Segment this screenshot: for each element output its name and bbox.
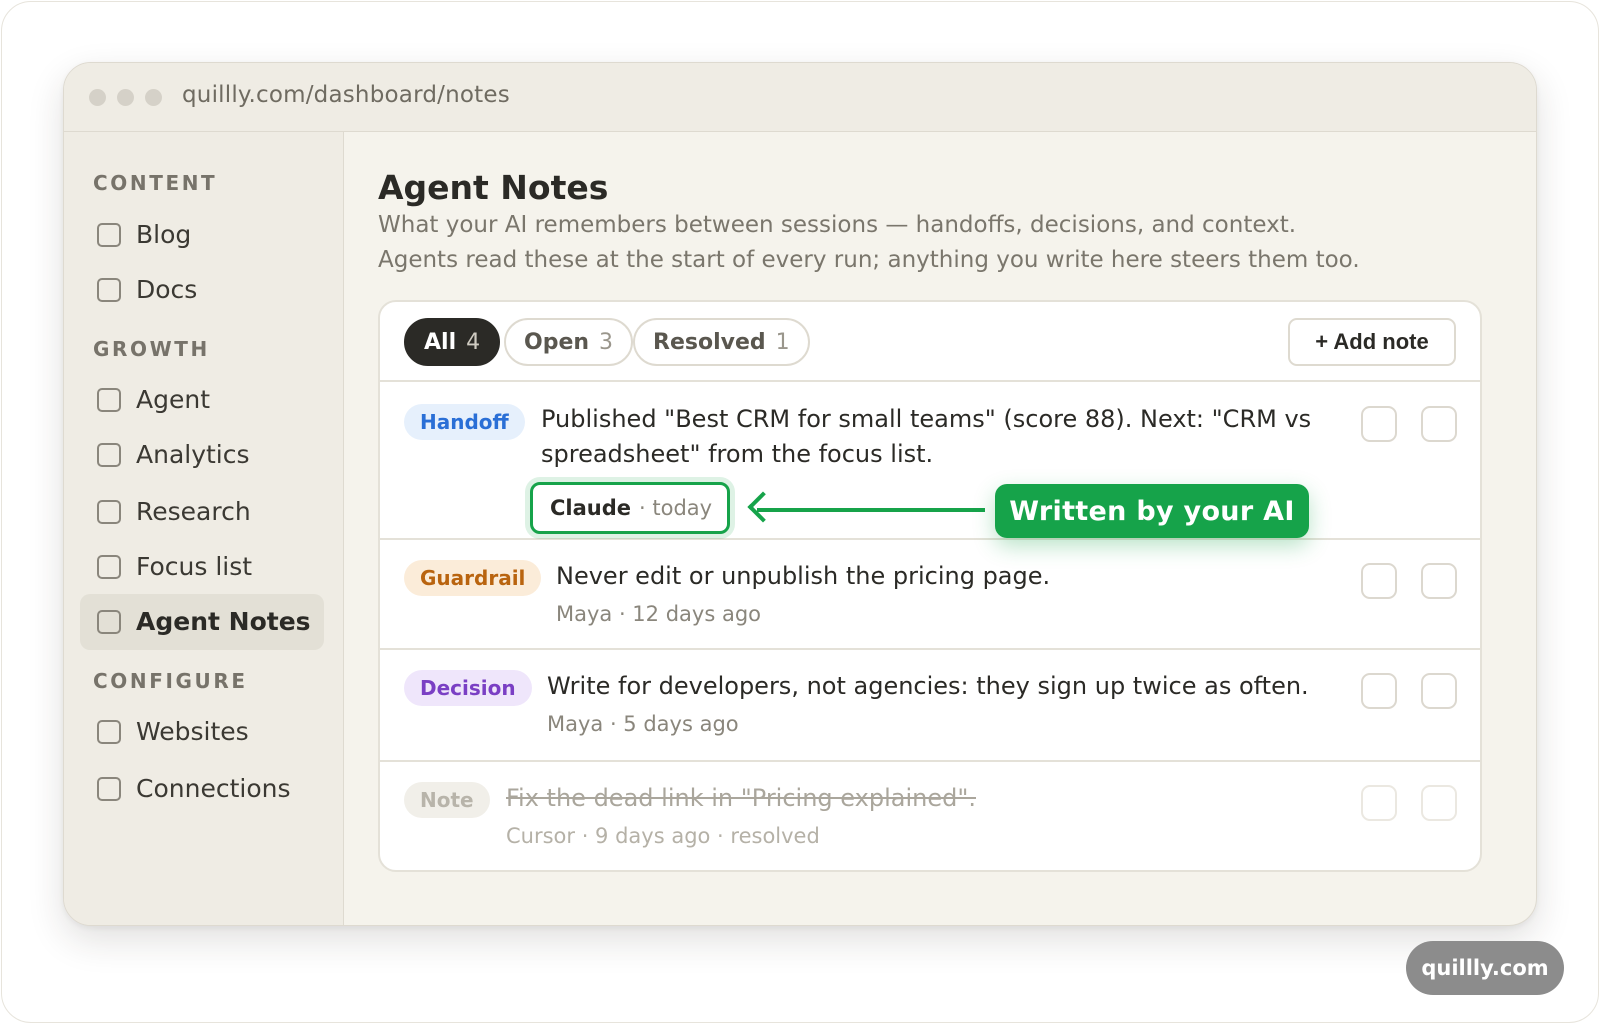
add-note-button[interactable]: + Add note [1288,318,1456,366]
agent-notes-icon [97,610,121,634]
note-text-line2: spreadsheet" from the focus list. [541,440,934,468]
sidebar-item-label: Research [136,497,251,526]
sidebar-item-connections[interactable]: Connections [80,761,324,817]
page-subtitle-line2: Agents read these at the start of every … [378,247,1360,273]
notes-card: All 4 Open 3 Resolved 1 + Add note Hando… [378,300,1482,872]
docs-icon [97,278,121,302]
websites-icon [97,720,121,744]
callout-arrow-line [757,508,985,512]
delete-icon[interactable] [1421,563,1457,599]
page-title: Agent Notes [378,168,609,207]
sidebar-item-docs[interactable]: Docs [80,262,324,318]
main-content: Agent Notes What your AI remembers betwe… [345,132,1536,925]
note-text: Never edit or unpublish the pricing page… [556,562,1051,590]
note-tag: Guardrail [404,560,542,596]
filter-resolved-label: Resolved [653,329,766,355]
sidebar-item-label: Agent [136,385,210,414]
delete-icon[interactable] [1421,785,1457,821]
sidebar-item-label: Blog [136,220,192,249]
window-close-dot[interactable] [89,89,106,106]
note-text-line1: Published "Best CRM for small teams" (sc… [541,405,1312,433]
blog-icon [97,223,121,247]
note-row-handoff: Handoff Published "Best CRM for small te… [380,382,1480,540]
note-text: Fix the dead link in "Pricing explained"… [506,784,976,812]
sidebar-section-growth: GROWTH [93,337,210,361]
connections-icon [97,777,121,801]
note-meta: Maya · 12 days ago [556,602,761,626]
sidebar: CONTENT Blog Docs GROWTH Agent Analytics… [64,132,344,925]
notes-toolbar: All 4 Open 3 Resolved 1 + Add note [380,302,1480,382]
note-author-chip: Claude · today [530,482,730,534]
agent-icon [97,388,121,412]
sidebar-item-focus-list[interactable]: Focus list [80,539,324,595]
focus-list-icon [97,555,121,579]
resolve-checkbox[interactable] [1361,673,1397,709]
note-meta: Maya · 5 days ago [547,712,739,736]
note-row-note-resolved: Note Fix the dead link in "Pricing expla… [380,762,1480,870]
filter-all-label: All [424,329,457,355]
delete-icon[interactable] [1421,673,1457,709]
note-time: · today [639,496,713,520]
note-row-decision: Decision Write for developers, not agenc… [380,650,1480,762]
filter-resolved[interactable]: Resolved 1 [633,318,810,366]
sidebar-item-label: Focus list [136,552,253,581]
note-tag: Decision [404,670,532,706]
browser-window: quillly.com/dashboard/notes CONTENT Blog… [63,62,1537,926]
resolve-checkbox[interactable] [1361,406,1397,442]
analytics-icon [97,443,121,467]
filter-resolved-count: 1 [775,329,790,355]
sidebar-section-content: CONTENT [93,171,218,195]
note-tag: Note [404,782,490,818]
filter-open[interactable]: Open 3 [504,318,634,366]
filter-all-count: 4 [466,329,481,355]
written-by-ai-callout: Written by your AI [995,484,1309,538]
address-bar-url[interactable]: quillly.com/dashboard/notes [182,82,510,108]
sidebar-item-agent-notes[interactable]: Agent Notes [80,594,324,650]
note-author: Claude [550,496,632,520]
sidebar-item-label: Connections [136,774,291,803]
sidebar-item-label: Analytics [136,440,250,469]
note-tag: Handoff [404,404,525,440]
page-subtitle-line1: What your AI remembers between sessions … [378,212,1297,238]
sidebar-item-label: Agent Notes [136,607,311,636]
sidebar-section-configure: CONFIGURE [93,669,248,693]
window-minimize-dot[interactable] [117,89,134,106]
research-icon [97,500,121,524]
sidebar-item-websites[interactable]: Websites [80,704,324,760]
sidebar-item-agent[interactable]: Agent [80,372,324,428]
sidebar-item-label: Docs [136,275,198,304]
window-zoom-dot[interactable] [145,89,162,106]
resolve-checkbox[interactable] [1361,563,1397,599]
sidebar-item-analytics[interactable]: Analytics [80,427,324,483]
delete-icon[interactable] [1421,406,1457,442]
sidebar-item-research[interactable]: Research [80,484,324,540]
resolve-checkbox[interactable] [1361,785,1397,821]
arrow-left-icon [747,491,779,523]
browser-titlebar: quillly.com/dashboard/notes [64,63,1536,132]
sidebar-item-blog[interactable]: Blog [80,207,324,263]
note-meta: Cursor · 9 days ago · resolved [506,824,820,848]
brand-badge: quillly.com [1406,941,1564,995]
filter-all[interactable]: All 4 [404,318,501,366]
filter-open-count: 3 [599,329,614,355]
filter-open-label: Open [524,329,590,355]
sidebar-item-label: Websites [136,717,249,746]
note-row-guardrail: Guardrail Never edit or unpublish the pr… [380,540,1480,650]
note-text: Write for developers, not agencies: they… [547,672,1309,700]
